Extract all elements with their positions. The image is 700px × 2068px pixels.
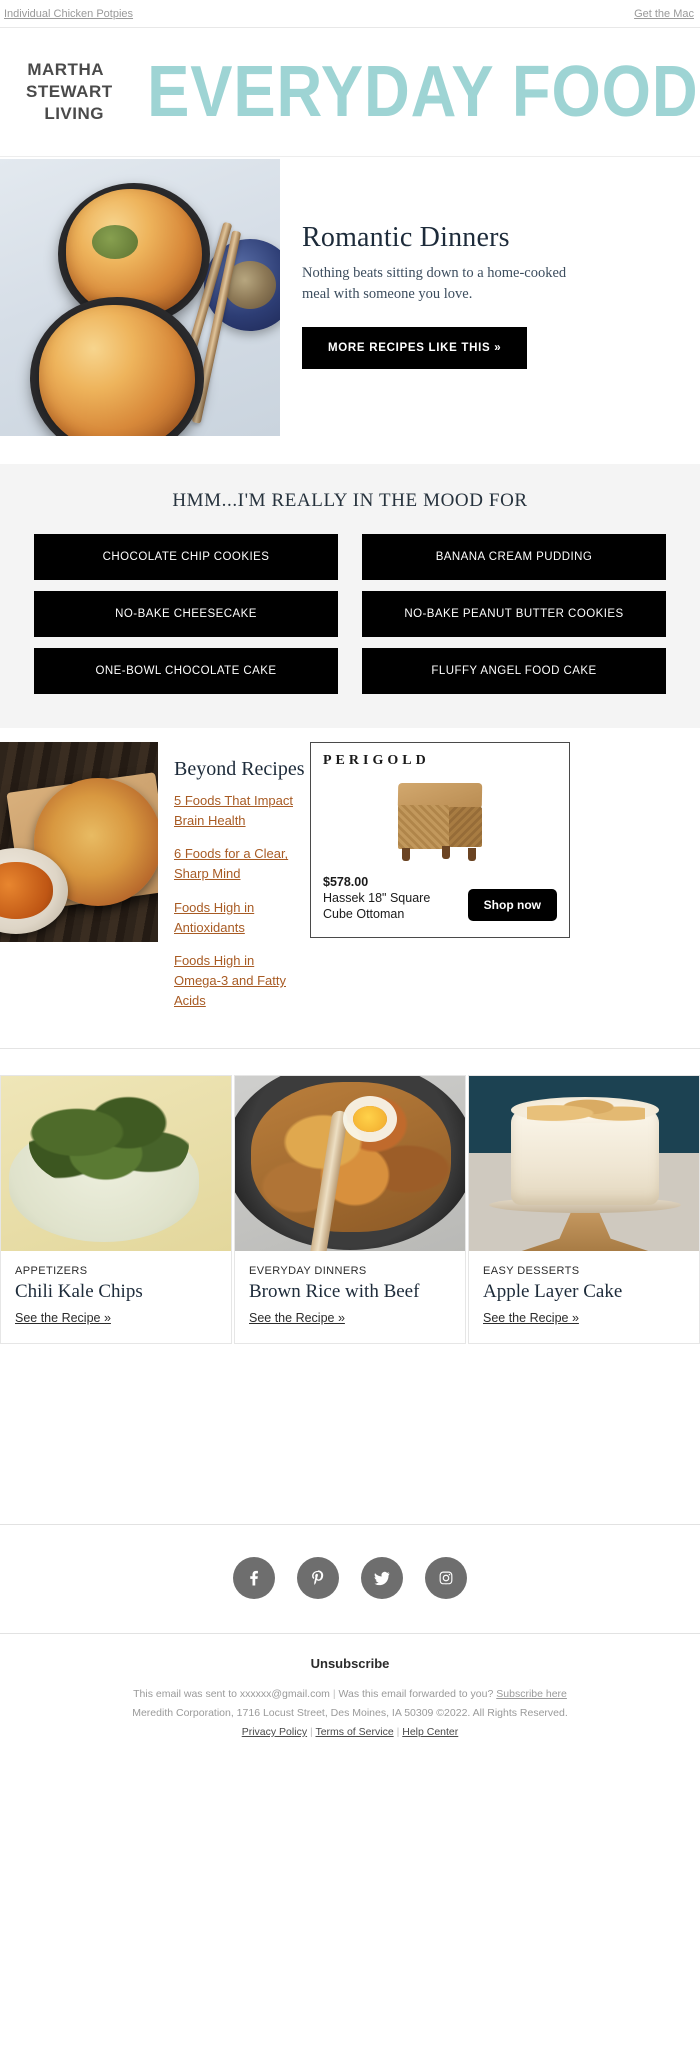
footer-separator-3: | (396, 1725, 400, 1738)
ottoman-side (449, 807, 482, 847)
unsubscribe-link-wrap: Unsubscribe (0, 1634, 700, 1685)
footer-company-line: Meredith Corporation, 1716 Locust Street… (0, 1704, 700, 1723)
privacy-policy-link[interactable]: Privacy Policy (242, 1726, 307, 1738)
ottoman-leg-right (468, 848, 476, 861)
mood-button-fluffy-angel-food-cake[interactable]: FLUFFY ANGEL FOOD CAKE (362, 648, 666, 694)
see-the-recipe-link[interactable]: See the Recipe » (249, 1311, 345, 1325)
ottoman-leg-left (402, 848, 410, 861)
hero-copy: Romantic Dinners Nothing beats sitting d… (280, 159, 700, 436)
recipe-card-image-apple-cake[interactable] (469, 1076, 699, 1252)
brand-line-3: LIVING (44, 103, 104, 123)
mood-button-banana-cream-pudding[interactable]: BANANA CREAM PUDDING (362, 534, 666, 580)
beyond-recipes-copy: Beyond Recipes 5 Foods That Impact Brain… (158, 742, 305, 1024)
footer-separator-2: | (310, 1725, 313, 1738)
recipe-card[interactable]: EASY DESSERTS Apple Layer Cake See the R… (468, 1075, 700, 1345)
advertisement-perigold[interactable]: PERIGOLD $578.00 Hassek 18" Square Cube … (310, 742, 570, 938)
hero-section: Romantic Dinners Nothing beats sitting d… (0, 156, 700, 436)
see-the-recipe-link[interactable]: See the Recipe » (483, 1311, 579, 1325)
mood-button-chocolate-chip-cookies[interactable]: CHOCOLATE CHIP COOKIES (34, 534, 338, 580)
ad-price: $578.00 (323, 875, 369, 889)
recipe-card-body: EVERYDAY DINNERS Brown Rice with Beef Se… (235, 1251, 465, 1343)
help-center-link[interactable]: Help Center (402, 1726, 458, 1738)
recipe-card-image-kale[interactable] (1, 1076, 231, 1252)
martha-stewart-living-logo[interactable]: MARTHA STEWART LIVING (26, 59, 126, 124)
skillet-food (251, 1082, 451, 1233)
preheader-bar: Individual Chicken Potpies Get the Mac (0, 0, 700, 28)
recipe-card[interactable]: EVERYDAY DINNERS Brown Rice with Beef Se… (234, 1075, 466, 1345)
ad-product-image[interactable] (323, 773, 557, 871)
hero-title: Romantic Dinners (302, 222, 510, 253)
subscribe-here-link[interactable]: Subscribe here (496, 1688, 567, 1700)
recipe-card-category: EASY DESSERTS (483, 1265, 580, 1278)
recipe-card[interactable]: APPETIZERS Chili Kale Chips See the Reci… (0, 1075, 232, 1345)
beyond-link-omega-3[interactable]: Foods High in Omega-3 and Fatty Acids (174, 951, 294, 1011)
hero-subtitle: Nothing beats sitting down to a home-coo… (302, 264, 567, 302)
footer-sent-to-text: This email was sent to xxxxxx@gmail.com (133, 1688, 330, 1701)
footer-company-text: Meredith Corporation, 1716 Locust Street… (132, 1707, 568, 1719)
ottoman-illustration (392, 783, 488, 861)
instagram-icon[interactable] (425, 1557, 467, 1600)
masthead: MARTHA STEWART LIVING EVERYDAY FOOD (0, 28, 700, 156)
vegetable-filling (92, 225, 138, 259)
mood-button-one-bowl-chocolate-cake[interactable]: ONE-BOWL CHOCOLATE CAKE (34, 648, 338, 694)
recipe-card-body: EASY DESSERTS Apple Layer Cake See the R… (469, 1251, 699, 1343)
recipe-card-category: APPETIZERS (15, 1265, 88, 1278)
ad-text-block: $578.00 Hassek 18" Square Cube Ottoman (323, 875, 451, 923)
mood-section: HMM...I'M REALLY IN THE MOOD FOR CHOCOLA… (0, 464, 700, 728)
ad-bottom-row: $578.00 Hassek 18" Square Cube Ottoman S… (323, 875, 557, 923)
more-recipes-button[interactable]: MORE RECIPES LIKE THIS » (302, 326, 528, 369)
terms-of-service-link[interactable]: Terms of Service (315, 1726, 393, 1738)
ad-brand-wordmark: PERIGOLD (323, 753, 430, 768)
recipe-card-body: APPETIZERS Chili Kale Chips See the Reci… (1, 1251, 231, 1343)
ad-product-name: Hassek 18" Square Cube Ottoman (323, 891, 431, 922)
everyday-food-wordmark[interactable]: EVERYDAY FOOD (126, 56, 698, 128)
brand-line-1: MARTHA (27, 60, 104, 80)
preheader-left-link[interactable]: Individual Chicken Potpies (4, 8, 133, 20)
social-links (0, 1525, 700, 1633)
hero-image[interactable] (0, 159, 280, 436)
twitter-icon[interactable] (361, 1557, 403, 1600)
beyond-recipes-section: Beyond Recipes 5 Foods That Impact Brain… (0, 728, 700, 1048)
beyond-recipes-title: Beyond Recipes (174, 758, 305, 780)
beyond-link-antioxidants[interactable]: Foods High in Antioxidants (174, 898, 294, 938)
recipe-card-list: APPETIZERS Chili Kale Chips See the Reci… (0, 1049, 700, 1345)
recipe-card-title: Brown Rice with Beef (249, 1281, 420, 1303)
beyond-link-sharp-mind[interactable]: 6 Foods for a Clear, Sharp Mind (174, 844, 294, 884)
mood-button-no-bake-cheesecake[interactable]: NO-BAKE CHEESECAKE (34, 591, 338, 637)
shop-now-button[interactable]: Shop now (467, 888, 557, 921)
mood-button-grid: CHOCOLATE CHIP COOKIES BANANA CREAM PUDD… (34, 534, 666, 694)
brand-line-2: STEWART (26, 82, 113, 102)
facebook-icon[interactable] (233, 1557, 275, 1600)
footer-forwarded-text: Was this email forwarded to you? (338, 1688, 494, 1701)
kale-leaves (29, 1094, 189, 1191)
footer-sent-to-line: This email was sent to xxxxxx@gmail.com … (0, 1685, 700, 1704)
footer-legal-links: Privacy Policy | Terms of Service | Help… (0, 1723, 700, 1742)
recipe-card-category: EVERYDAY DINNERS (249, 1265, 367, 1278)
preheader-right-link[interactable]: Get the Mac (634, 8, 694, 20)
ottoman-front (398, 805, 450, 849)
recipe-card-image-brown-rice[interactable] (235, 1076, 465, 1252)
unsubscribe-link[interactable]: Unsubscribe (311, 1656, 390, 1671)
beyond-link-brain-health[interactable]: 5 Foods That Impact Brain Health (174, 791, 294, 831)
footer-separator-1: | (332, 1688, 336, 1701)
ottoman-leg-middle (442, 846, 450, 859)
beyond-recipes-image[interactable] (0, 742, 158, 942)
mood-heading: HMM...I'M REALLY IN THE MOOD FOR (172, 490, 528, 511)
recipe-card-title: Chili Kale Chips (15, 1281, 143, 1303)
mood-button-no-bake-peanut-butter-cookies[interactable]: NO-BAKE PEANUT BUTTER COOKIES (362, 591, 666, 637)
recipe-card-title: Apple Layer Cake (483, 1281, 623, 1303)
apple-chips-garnish (527, 1095, 645, 1126)
see-the-recipe-link[interactable]: See the Recipe » (15, 1311, 111, 1325)
pinterest-icon[interactable] (297, 1557, 339, 1600)
